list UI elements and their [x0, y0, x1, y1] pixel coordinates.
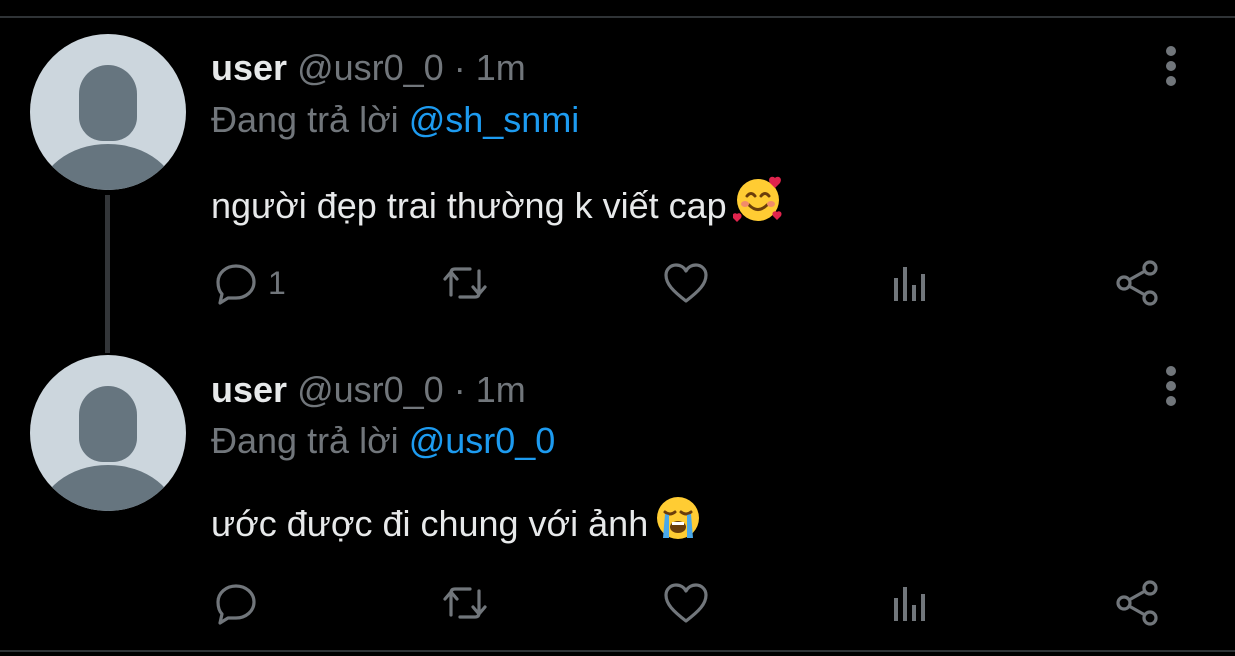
analytics-icon [894, 587, 925, 621]
loudly-crying-face-icon [654, 494, 702, 552]
analytics-button[interactable] [891, 258, 931, 308]
share-button[interactable] [1113, 578, 1161, 628]
user-handle[interactable]: @usr0_0 [297, 47, 444, 88]
reply-prefix: Đang trả lời [211, 99, 399, 140]
user-handle[interactable]: @usr0_0 [297, 369, 444, 410]
bottom-divider [0, 650, 1235, 652]
retweet-button[interactable] [440, 258, 490, 308]
share-button[interactable] [1113, 258, 1161, 308]
tweet-body: người đẹp trai thường k viết cap [211, 185, 727, 226]
reply-count: 1 [268, 264, 286, 301]
like-icon [664, 263, 708, 303]
like-button[interactable] [663, 578, 709, 628]
like-icon [664, 583, 708, 623]
separator: · [453, 369, 466, 410]
avatar[interactable] [30, 355, 186, 511]
tweet-text: ước được đi chung với ảnh [211, 494, 702, 552]
like-button[interactable] [663, 258, 709, 308]
replying-to: Đang trả lời @sh_snmi [211, 100, 579, 140]
tweet-body: ước được đi chung với ảnh [211, 503, 649, 544]
more-vertical-icon[interactable] [1158, 44, 1184, 88]
reply-button[interactable] [214, 578, 268, 628]
tweet-text: người đẹp trai thường k viết cap [211, 174, 783, 234]
top-divider [0, 16, 1235, 18]
tweet-header: user @usr0_0 · 1m [211, 48, 526, 88]
reply-mention-link[interactable]: @sh_snmi [409, 99, 580, 140]
retweet-icon [443, 267, 487, 299]
timestamp[interactable]: 1m [476, 369, 526, 410]
reply-icon [216, 584, 256, 625]
separator: · [453, 47, 466, 88]
more-vertical-icon[interactable] [1158, 364, 1184, 408]
share-icon [1116, 580, 1158, 626]
share-icon [1116, 260, 1158, 306]
tweet-actions [0, 578, 1235, 628]
tweet-header: user @usr0_0 · 1m [211, 370, 526, 410]
tweet-actions: 1 [0, 258, 1235, 308]
reply-prefix: Đang trả lời [211, 420, 399, 461]
smiling-face-with-hearts-icon [732, 174, 783, 234]
avatar[interactable] [30, 34, 186, 190]
timestamp[interactable]: 1m [476, 47, 526, 88]
replying-to: Đang trả lời @usr0_0 [211, 421, 555, 461]
analytics-icon [894, 267, 925, 301]
retweet-icon [443, 587, 487, 619]
reply-icon [216, 264, 256, 305]
analytics-button[interactable] [891, 578, 931, 628]
retweet-button[interactable] [440, 578, 490, 628]
display-name[interactable]: user [211, 47, 287, 88]
reply-button[interactable]: 1 [214, 258, 286, 308]
display-name[interactable]: user [211, 369, 287, 410]
reply-mention-link[interactable]: @usr0_0 [409, 420, 556, 461]
